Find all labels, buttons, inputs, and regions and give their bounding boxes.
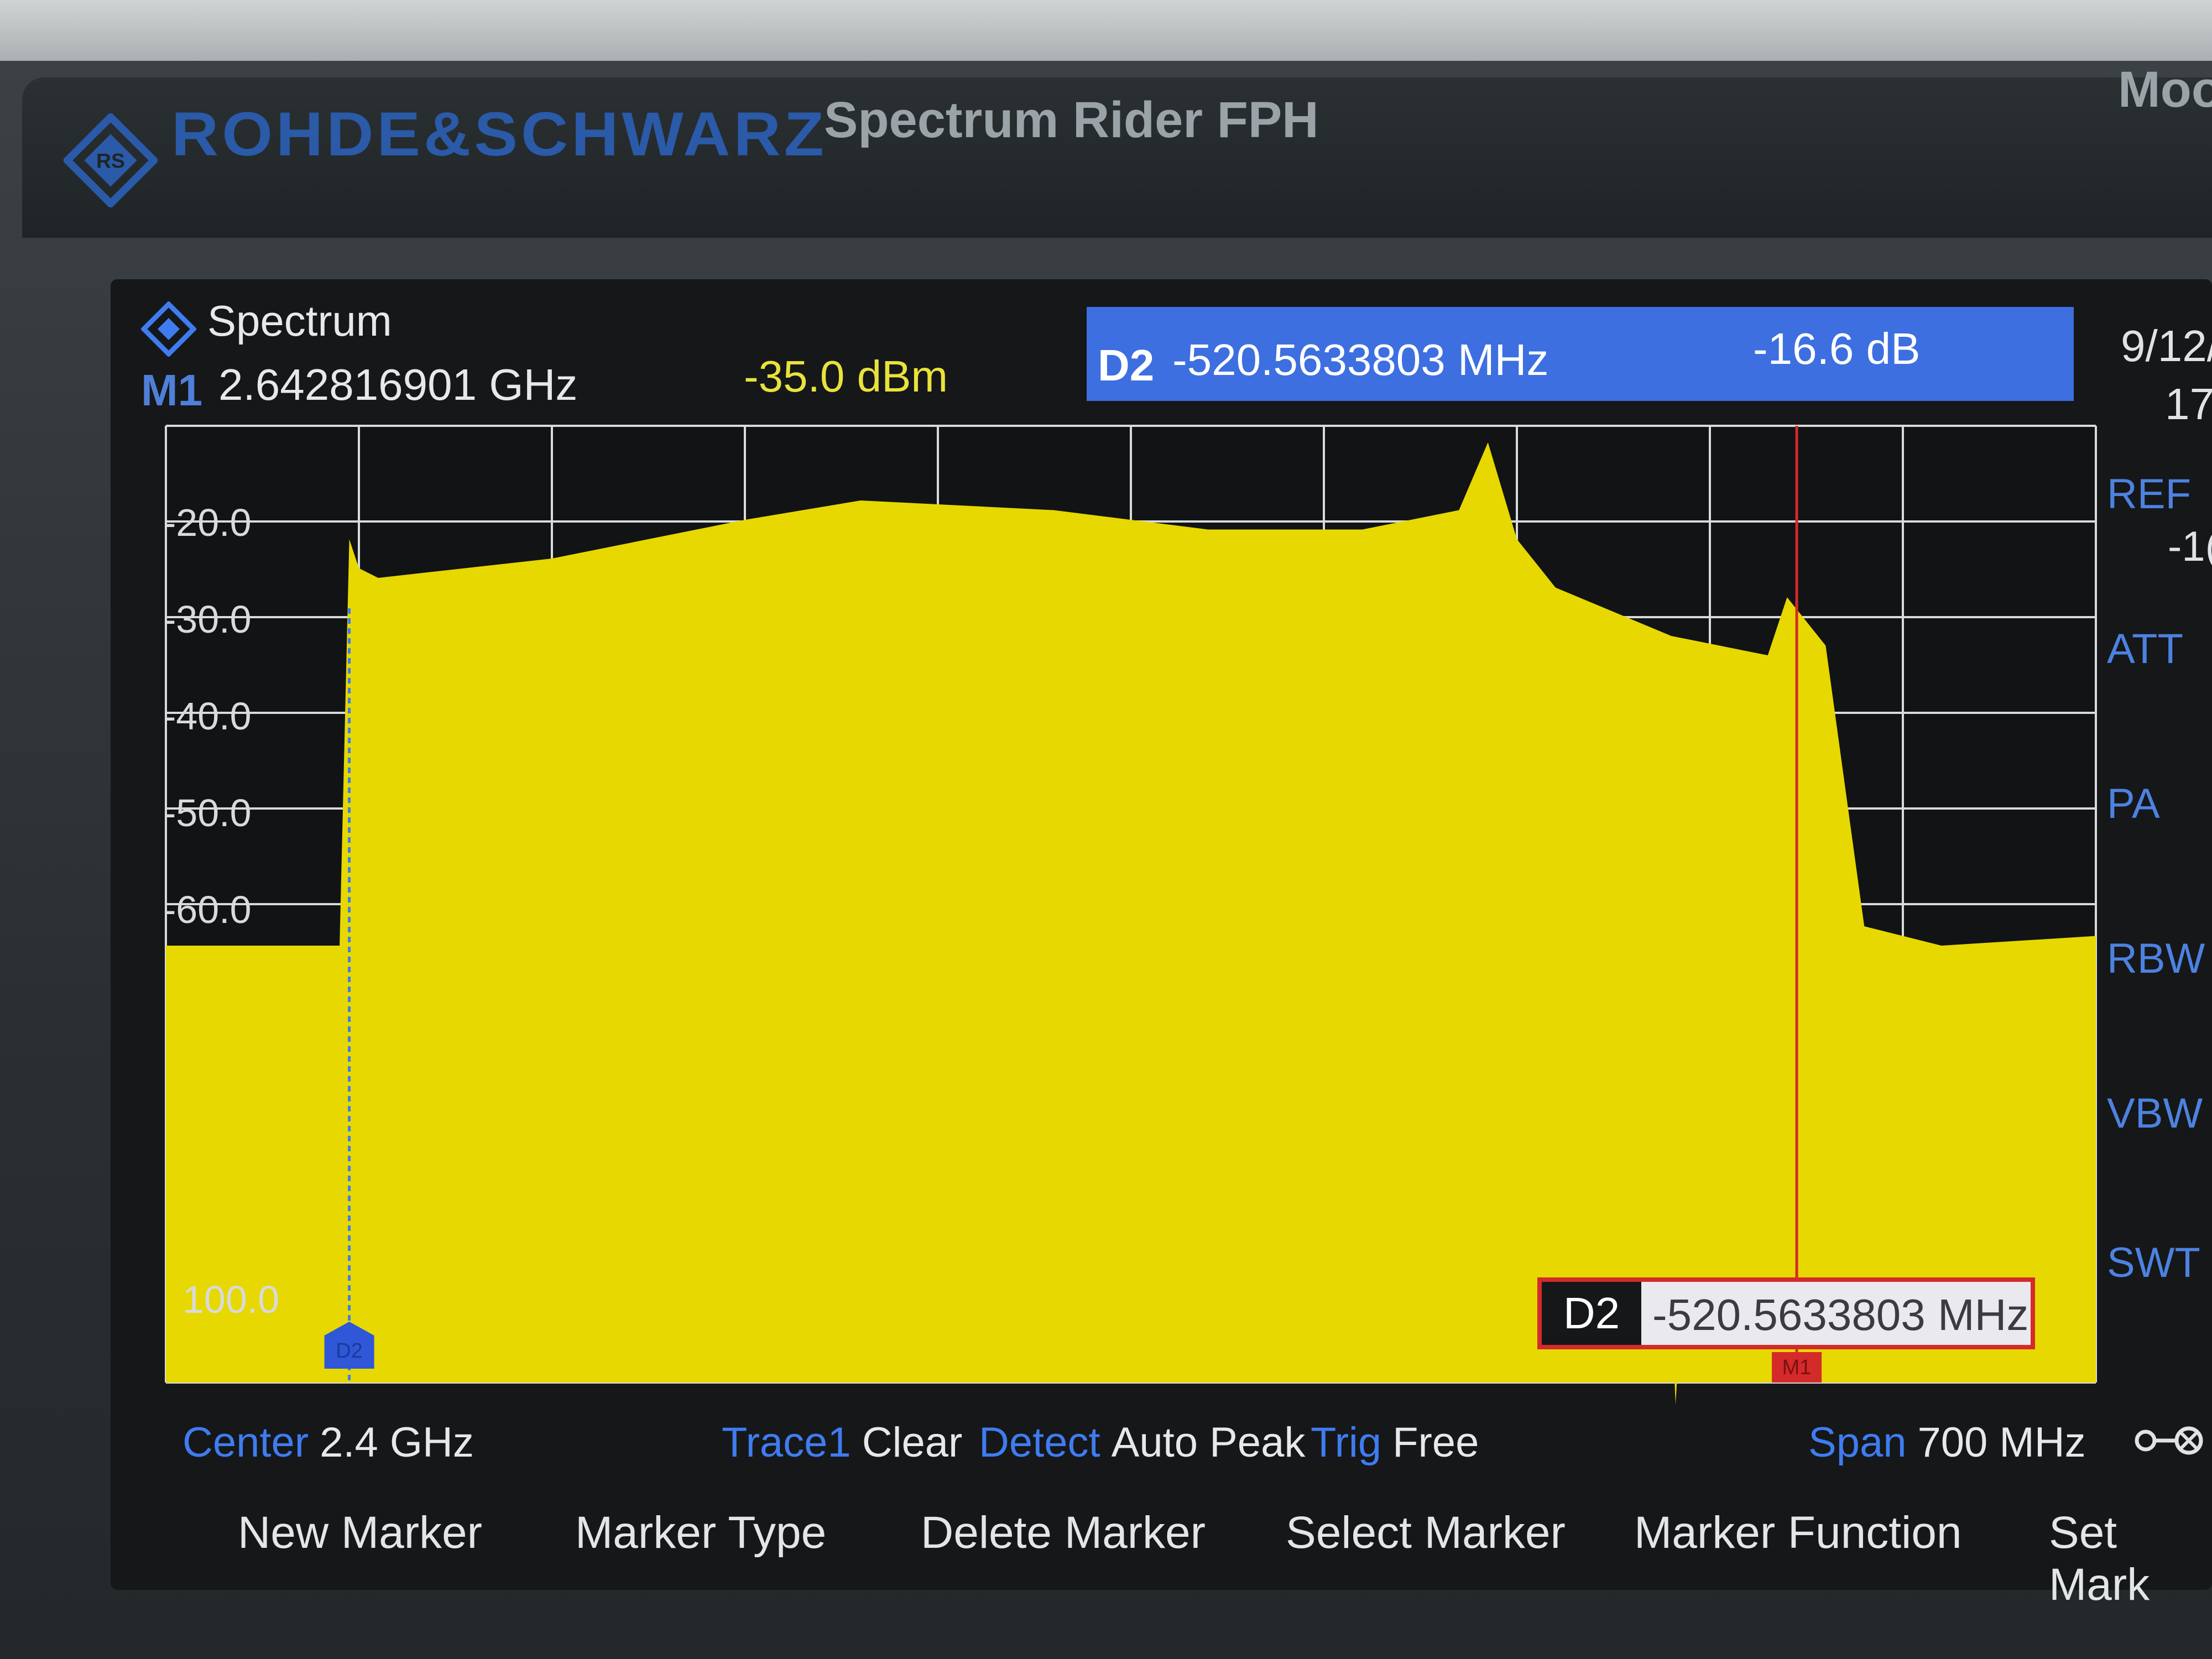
trig-value: Free bbox=[1392, 1419, 1479, 1466]
trace-key: Trace1 bbox=[722, 1419, 851, 1466]
y-tick-label: -50.0 bbox=[163, 791, 252, 834]
rs-logo-icon: RS bbox=[64, 113, 158, 207]
softkey-set-marker[interactable]: Set Mark bbox=[2049, 1507, 2212, 1611]
m1-marker-tag-label: M1 bbox=[1782, 1356, 1812, 1379]
side-rbw-label: RBW bbox=[2107, 935, 2205, 982]
delta2-frequency: -520.5633803 MHz bbox=[1172, 335, 1549, 384]
delta-readout-box[interactable]: D2 -520.5633803 MHz bbox=[1537, 1277, 2035, 1349]
softkey-new-marker[interactable]: New Marker bbox=[238, 1507, 482, 1559]
softkey-marker-function[interactable]: Marker Function bbox=[1634, 1507, 1961, 1559]
side-att-label: ATT bbox=[2107, 625, 2183, 672]
softkey-delete-marker[interactable]: Delete Marker bbox=[921, 1507, 1206, 1559]
span-value: 700 MHz bbox=[1917, 1419, 2086, 1466]
softkey-marker-type[interactable]: Marker Type bbox=[575, 1507, 826, 1559]
side-pa-label: PA bbox=[2107, 780, 2160, 827]
delta2-label: D2 bbox=[1098, 341, 1155, 390]
center-value: 2.4 GHz bbox=[320, 1419, 474, 1466]
mode-title: Spectrum bbox=[207, 296, 392, 345]
delta-readout-value: -520.5633803 MHz bbox=[1652, 1290, 2029, 1339]
center-key: Center bbox=[182, 1419, 309, 1466]
detect-key: Detect bbox=[979, 1419, 1100, 1466]
trig-key: Trig bbox=[1311, 1419, 1382, 1466]
footer-span[interactable]: Span 700 MHz bbox=[1808, 1418, 2086, 1467]
footer-detect[interactable]: Detect Auto Peak bbox=[979, 1418, 1305, 1467]
spectrum-plot[interactable]: D2 M1 bbox=[127, 387, 2107, 1410]
y-tick-label: -30.0 bbox=[163, 598, 252, 641]
side-swt-label: SWT bbox=[2107, 1239, 2200, 1286]
footer-trig[interactable]: Trig Free bbox=[1311, 1418, 1479, 1467]
softkey-select-marker[interactable]: Select Marker bbox=[1286, 1507, 1566, 1559]
time-display: 17: bbox=[2165, 379, 2212, 429]
detect-value: Auto Peak bbox=[1111, 1419, 1306, 1466]
rs-diamond-icon bbox=[141, 301, 196, 357]
side-ref-label: REF bbox=[2107, 471, 2191, 518]
brand-name: ROHDE&SCHWARZ bbox=[171, 100, 827, 169]
footer-trace[interactable]: Trace1 Clear bbox=[722, 1418, 962, 1467]
y-tick-label: -40.0 bbox=[163, 695, 252, 738]
y-tick-label: -20.0 bbox=[163, 501, 252, 544]
date-display: 9/12/ bbox=[2121, 321, 2212, 371]
y-tick-label: 100.0 bbox=[182, 1278, 280, 1321]
span-key: Span bbox=[1808, 1419, 1907, 1466]
rotary-knob-icon bbox=[2135, 1426, 2203, 1455]
y-tick-label: -60.0 bbox=[163, 888, 252, 931]
side-vbw-label: VBW bbox=[2107, 1090, 2203, 1137]
svg-text:RS: RS bbox=[96, 149, 125, 173]
delta2-level: -16.6 dB bbox=[1753, 324, 1921, 373]
footer-center[interactable]: Center 2.4 GHz bbox=[182, 1418, 474, 1467]
model-name: Spectrum Rider FPH bbox=[824, 92, 1319, 148]
mode-label: Moo bbox=[2118, 61, 2212, 118]
side-ref-value: -1( bbox=[2168, 523, 2212, 570]
d2-marker-tag-label: D2 bbox=[336, 1339, 363, 1363]
trace-value: Clear bbox=[862, 1419, 963, 1466]
delta-readout-tag: D2 bbox=[1542, 1282, 1641, 1345]
